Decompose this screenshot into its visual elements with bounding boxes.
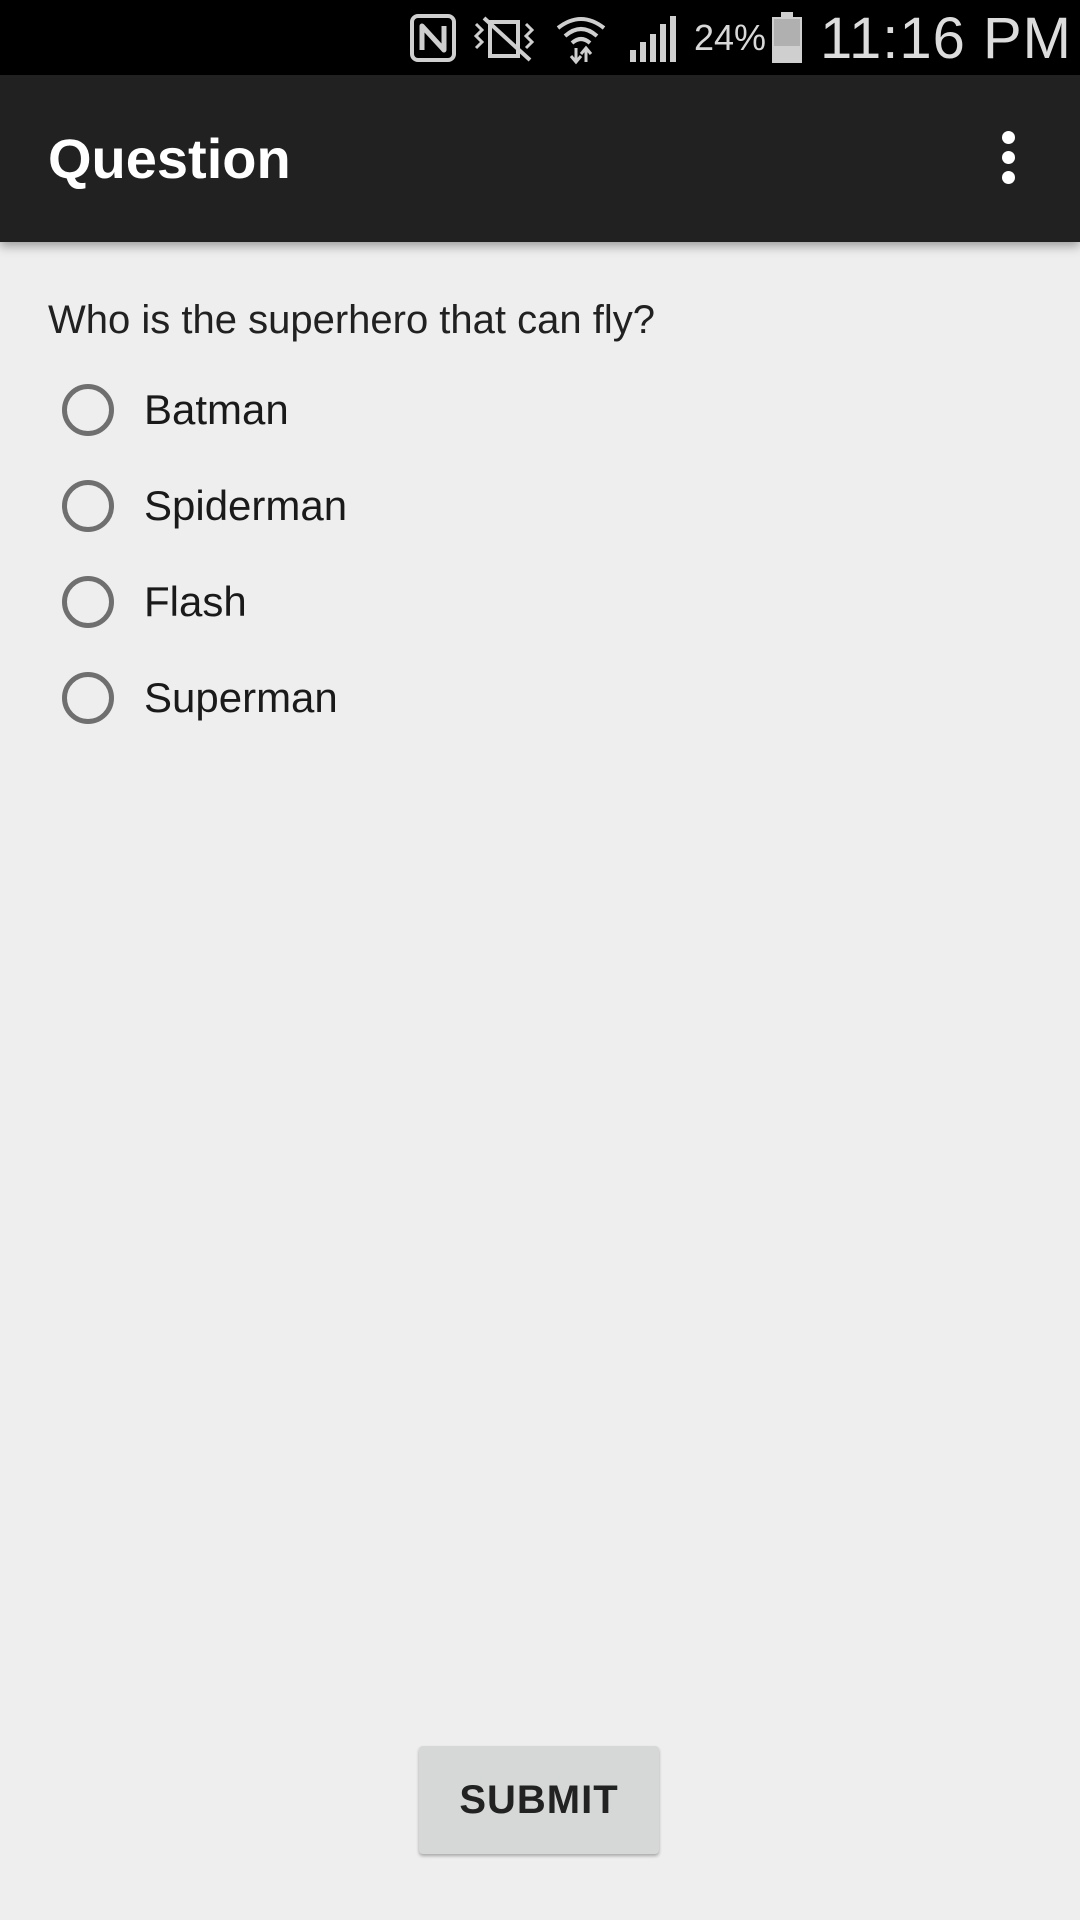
radio-label[interactable]: Spiderman bbox=[144, 481, 347, 531]
battery-percent: 24% bbox=[694, 17, 767, 58]
radio-label[interactable]: Superman bbox=[144, 673, 338, 723]
submit-button[interactable]: SUBMIT bbox=[419, 1746, 659, 1854]
wifi-icon bbox=[554, 10, 608, 66]
radio-button-icon[interactable] bbox=[62, 672, 114, 724]
radio-button-icon[interactable] bbox=[62, 384, 114, 436]
radio-option-flash[interactable]: Flash bbox=[62, 554, 962, 650]
answer-radio-group: Batman Spiderman Flash Superman bbox=[62, 362, 962, 746]
radio-option-superman[interactable]: Superman bbox=[62, 650, 962, 746]
radio-button-icon[interactable] bbox=[62, 480, 114, 532]
signal-icon bbox=[628, 10, 678, 66]
status-bar: 24% 11:16 PM bbox=[0, 0, 1080, 75]
radio-label[interactable]: Batman bbox=[144, 385, 289, 435]
page-title: Question bbox=[48, 127, 291, 190]
overflow-menu-button[interactable] bbox=[976, 121, 1040, 193]
radio-button-icon[interactable] bbox=[62, 576, 114, 628]
radio-option-batman[interactable]: Batman bbox=[62, 362, 962, 458]
vibrate-icon bbox=[470, 10, 540, 66]
clock: 11:16 PM bbox=[820, 6, 1072, 71]
battery-icon bbox=[770, 10, 804, 66]
radio-label[interactable]: Flash bbox=[144, 577, 247, 627]
app-bar: Question bbox=[0, 75, 1080, 242]
question-text: Who is the superhero that can fly? bbox=[48, 298, 655, 342]
nfc-icon bbox=[408, 10, 458, 66]
radio-option-spiderman[interactable]: Spiderman bbox=[62, 458, 962, 554]
